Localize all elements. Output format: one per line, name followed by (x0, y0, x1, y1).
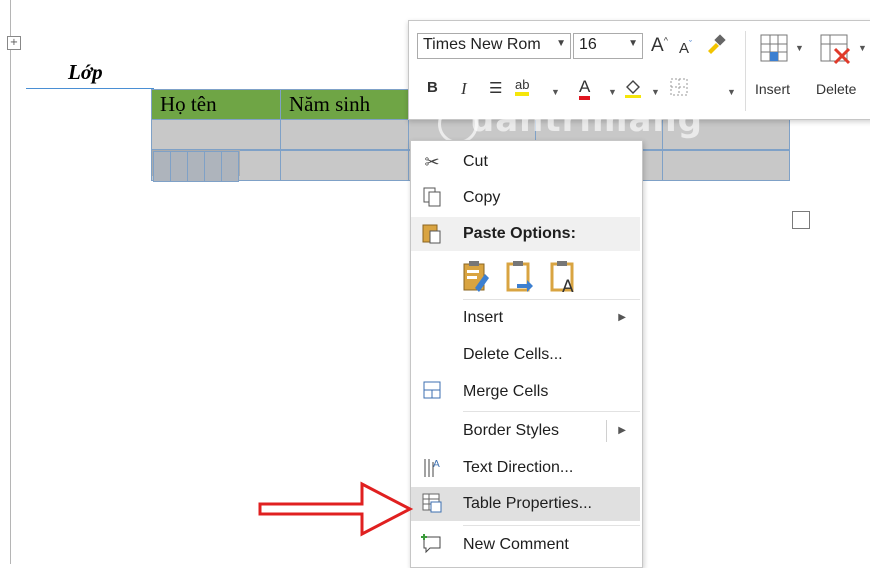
insert-table-icon (760, 34, 788, 62)
menu-item-insert[interactable]: Insert ▶ (411, 301, 640, 335)
table-cell[interactable]: Họ tên (151, 89, 281, 120)
highlight-icon: ab (515, 77, 530, 96)
menu-item-new-comment[interactable]: New Comment (411, 528, 640, 562)
table-cell[interactable] (169, 151, 188, 182)
red-arrow-annotation (258, 481, 414, 537)
menu-item-copy[interactable]: Copy (411, 181, 640, 215)
menu-item-delete-cells[interactable]: Delete Cells... (411, 338, 640, 372)
menu-item-cut[interactable]: ✂ Cut (411, 145, 640, 179)
svg-text:A: A (562, 277, 574, 294)
table-row (151, 150, 240, 182)
menu-item-label: Paste Options: (463, 225, 576, 242)
font-color-icon: A (579, 77, 591, 100)
table-cell[interactable] (280, 150, 409, 181)
font-name-select[interactable]: Times New Rom ▼ (417, 33, 571, 59)
document-heading: Lớp (68, 60, 103, 84)
font-size-value: 16 (579, 36, 597, 53)
scissors-icon: ✂ (424, 152, 440, 172)
menu-item-merge-cells[interactable]: Merge Cells (411, 375, 640, 409)
table-cell[interactable] (280, 119, 409, 150)
chevron-down-icon[interactable]: ▼ (858, 43, 867, 53)
align-center-icon: ☰ (489, 80, 503, 97)
delete-label: Delete (816, 81, 857, 97)
table-cell[interactable]: Năm sinh (280, 89, 409, 120)
borders-button[interactable] (669, 77, 689, 101)
table-cell[interactable] (186, 151, 205, 182)
menu-item-paste-options: Paste Options: (411, 217, 640, 251)
submenu-arrow-icon: ▶ (618, 312, 626, 323)
watermark: uantrimang (470, 100, 703, 140)
menu-item-label: Border Styles (463, 422, 560, 439)
menu-item-border-styles[interactable]: Border Styles ▶ (411, 414, 640, 448)
table-cell[interactable] (220, 151, 239, 182)
clipboard-icon (420, 222, 444, 246)
keep-text-only-icon[interactable]: A (549, 260, 579, 297)
menu-separator (463, 411, 640, 412)
table-cell[interactable] (662, 150, 790, 181)
menu-item-label: Cut (463, 153, 488, 170)
menu-item-label: New Comment (463, 536, 569, 553)
menu-item-label: Insert (463, 309, 504, 326)
menu-item-label: Delete Cells... (463, 346, 563, 363)
bold-button[interactable]: B (427, 79, 438, 96)
shading-bucket-icon (625, 80, 641, 98)
chevron-down-icon: ▼ (556, 38, 566, 49)
grow-font-button[interactable]: A^ (651, 35, 668, 57)
keep-source-formatting-icon[interactable] (461, 260, 491, 294)
shrink-font-icon: A (679, 40, 690, 57)
font-size-select[interactable]: 16 ▼ (573, 33, 643, 59)
chevron-down-icon: ▼ (628, 38, 638, 49)
menu-separator (463, 299, 640, 300)
menu-item-label: Copy (463, 189, 501, 206)
menu-item-label: Merge Cells (463, 383, 549, 400)
merge-cells-icon (420, 380, 444, 404)
table-properties-icon (420, 492, 444, 516)
grow-font-icon: A (651, 35, 664, 56)
chevron-down-icon[interactable]: ▼ (727, 87, 736, 97)
toolbar-divider (745, 31, 746, 111)
chevron-down-icon[interactable]: ▼ (651, 87, 660, 97)
font-name-value: Times New Rom (423, 36, 541, 53)
menu-item-text-direction[interactable]: A Text Direction... (411, 451, 640, 485)
copy-icon (420, 186, 444, 210)
table-cell[interactable] (152, 151, 171, 182)
chevron-down-icon[interactable]: ▼ (608, 87, 617, 97)
delete-table-button[interactable] (819, 33, 853, 71)
svg-text:A: A (433, 459, 440, 470)
paste-options-row: A (461, 255, 611, 299)
text-direction-icon: A (420, 456, 444, 480)
format-painter-button[interactable] (705, 33, 727, 59)
menu-item-label: Table Properties... (463, 495, 592, 512)
font-color-button[interactable]: A (579, 77, 591, 100)
submenu-arrow-icon: ▶ (618, 425, 626, 436)
shrink-font-button[interactable]: Aˇ (679, 39, 692, 57)
page-edge (10, 0, 11, 564)
submenu-split-divider (606, 420, 607, 442)
chevron-down-icon[interactable]: ▼ (795, 43, 804, 53)
table-resize-handle[interactable] (792, 211, 810, 229)
menu-item-label: Text Direction... (463, 459, 574, 476)
format-painter-icon (708, 34, 726, 54)
italic-button[interactable]: I (461, 79, 467, 99)
heading-underline (26, 88, 154, 89)
highlight-button[interactable]: ab (515, 77, 530, 96)
align-center-button[interactable]: ☰ (489, 79, 502, 97)
comment-icon (420, 533, 444, 557)
chevron-down-icon[interactable]: ▼ (551, 87, 560, 97)
menu-separator (463, 525, 640, 526)
context-menu: ✂ Cut Copy Paste Options: A Insert ▶ Del… (410, 140, 643, 568)
table-move-handle[interactable]: + (7, 36, 21, 50)
merge-formatting-icon[interactable] (505, 260, 535, 294)
insert-label: Insert (755, 81, 791, 97)
table-cell[interactable] (203, 151, 222, 182)
delete-table-icon (820, 34, 851, 65)
menu-item-table-properties[interactable]: Table Properties... (411, 487, 640, 521)
borders-icon (670, 78, 688, 96)
insert-table-button[interactable] (759, 33, 793, 71)
table-cell[interactable] (151, 119, 281, 150)
